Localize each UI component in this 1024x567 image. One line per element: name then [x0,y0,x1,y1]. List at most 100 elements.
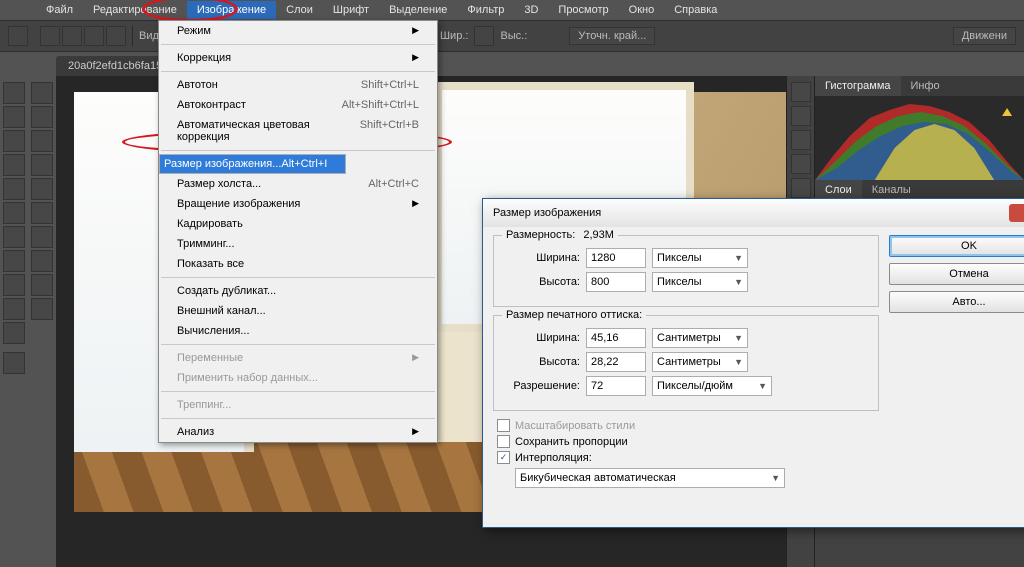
tab-histogram[interactable]: Гистограмма [815,76,901,96]
warning-icon [1002,108,1012,116]
move-tool-icon[interactable] [3,82,25,104]
tool-b8-icon[interactable] [31,250,53,272]
menu-filter[interactable]: Фильтр [457,1,514,19]
clone-tool-icon[interactable] [3,250,25,272]
menu-3d[interactable]: 3D [514,1,548,19]
menu-layers[interactable]: Слои [276,1,323,19]
options-bar: Вид. Шир.: Выс.: Уточн. край... Движени [0,20,1024,52]
resample-method-select[interactable]: Бикубическая автоматическая▼ [515,468,785,488]
tool-b4-icon[interactable] [31,154,53,176]
menu-type[interactable]: Шрифт [323,1,379,19]
eyedropper-tool-icon[interactable] [3,202,25,224]
motion-button[interactable]: Движени [953,27,1016,45]
width-label: Шир.: [440,30,468,42]
pixel-dimensions-group: Размерность: 2,93M Ширина: Пикселы▼ Высо… [493,235,879,307]
text-tool-icon[interactable] [31,274,53,296]
tool-palette-left [0,76,28,567]
menu-item[interactable]: Размер изображения...Alt+Ctrl+I [159,154,346,174]
pr-height-input[interactable] [586,352,646,372]
menu-item[interactable]: АвтотонShift+Ctrl+L [159,75,437,95]
px-width-label: Ширина: [504,252,580,264]
foreground-swatch[interactable] [3,352,25,374]
tab-channels[interactable]: Каналы [862,180,921,200]
layers-panel-tabs: Слои Каналы [815,180,1024,200]
lasso-tool-icon[interactable] [3,130,25,152]
image-size-dialog: Размер изображения ✕ Размерность: 2,93M … [482,198,1024,528]
menu-select[interactable]: Выделение [379,1,457,19]
menu-item[interactable]: Тримминг... [159,234,437,254]
menu-item: Применить набор данных... [159,368,437,388]
menu-item: Переменные▶ [159,348,437,368]
menu-image[interactable]: Изображение [187,1,276,19]
menu-file[interactable]: Файл [36,1,83,19]
zoom-tool-icon[interactable] [31,298,53,320]
auto-button[interactable]: Авто... [889,291,1024,313]
px-width-unit-select[interactable]: Пикселы▼ [652,248,748,268]
menu-item[interactable]: Режим▶ [159,21,437,41]
arrow-tool-icon[interactable] [3,298,25,320]
menu-item[interactable]: Анализ▶ [159,422,437,442]
menu-item[interactable]: Вращение изображения▶ [159,194,437,214]
menu-help[interactable]: Справка [664,1,727,19]
menu-edit[interactable]: Редактирование [83,1,187,19]
marquee-add-icon[interactable] [84,26,104,46]
tool-palette-right [28,76,56,567]
tool-b3-icon[interactable] [31,130,53,152]
dialog-close-button[interactable]: ✕ [1009,204,1024,222]
menu-item[interactable]: Автоматическая цветовая коррекцияShift+C… [159,115,437,147]
menu-item[interactable]: Вычисления... [159,321,437,341]
menu-item[interactable]: Коррекция▶ [159,48,437,68]
menu-window[interactable]: Окно [619,1,665,19]
brush-tool-icon[interactable] [3,226,25,248]
pr-height-label: Высота: [504,356,580,368]
menu-item[interactable]: АвтоконтрастAlt+Shift+Ctrl+L [159,95,437,115]
px-width-input[interactable] [586,248,646,268]
menu-item[interactable]: Создать дубликат... [159,281,437,301]
panel-icon-5[interactable] [791,178,811,198]
pr-width-input[interactable] [586,328,646,348]
marquee-tool-icon[interactable] [3,106,25,128]
tool-b2-icon[interactable] [31,106,53,128]
histogram-display [815,96,1024,180]
image-menu-dropdown: Режим▶ Коррекция▶ АвтотонShift+Ctrl+LАвток… [158,20,438,443]
tool-indicator[interactable] [8,26,28,46]
menu-item[interactable]: Кадрировать [159,214,437,234]
tool-b6-icon[interactable] [31,202,53,224]
scale-styles-checkbox: Масштабировать стили [497,419,879,432]
pr-height-unit-select[interactable]: Сантиметры▼ [652,352,748,372]
tab-layers[interactable]: Слои [815,180,862,200]
panel-icon-2[interactable] [791,106,811,126]
menu-item[interactable]: Показать все [159,254,437,274]
dialog-titlebar[interactable]: Размер изображения ✕ [483,199,1024,227]
marquee-rect-icon[interactable] [40,26,60,46]
tool-b1-icon[interactable] [31,82,53,104]
menu-item[interactable]: Размер холста...Alt+Ctrl+C [159,174,437,194]
menu-item: Треппинг... [159,395,437,415]
menu-view[interactable]: Просмотр [548,1,618,19]
constrain-checkbox[interactable]: Сохранить пропорции [497,435,879,448]
wand-tool-icon[interactable] [3,154,25,176]
crop-tool-icon[interactable] [3,178,25,200]
tab-info[interactable]: Инфо [901,76,950,96]
pr-width-unit-select[interactable]: Сантиметры▼ [652,328,748,348]
marquee-ellipse-icon[interactable] [62,26,82,46]
res-input[interactable] [586,376,646,396]
cancel-button[interactable]: Отмена [889,263,1024,285]
px-height-unit-select[interactable]: Пикселы▼ [652,272,748,292]
px-height-label: Высота: [504,276,580,288]
panel-icon-4[interactable] [791,154,811,174]
eraser-tool-icon[interactable] [3,274,25,296]
refine-edge-button[interactable]: Уточн. край... [569,27,655,45]
ok-button[interactable]: OK [889,235,1024,257]
swap-wh-icon[interactable] [474,26,494,46]
panel-icon-3[interactable] [791,130,811,150]
px-height-input[interactable] [586,272,646,292]
tool-b5-icon[interactable] [31,178,53,200]
tool-b7-icon[interactable] [31,226,53,248]
menu-item[interactable]: Внешний канал... [159,301,437,321]
pen-tool-icon[interactable] [3,322,25,344]
marquee-sub-icon[interactable] [106,26,126,46]
panel-icon-1[interactable] [791,82,811,102]
resample-checkbox[interactable]: ✓Интерполяция: [497,451,879,464]
res-unit-select[interactable]: Пикселы/дюйм▼ [652,376,772,396]
